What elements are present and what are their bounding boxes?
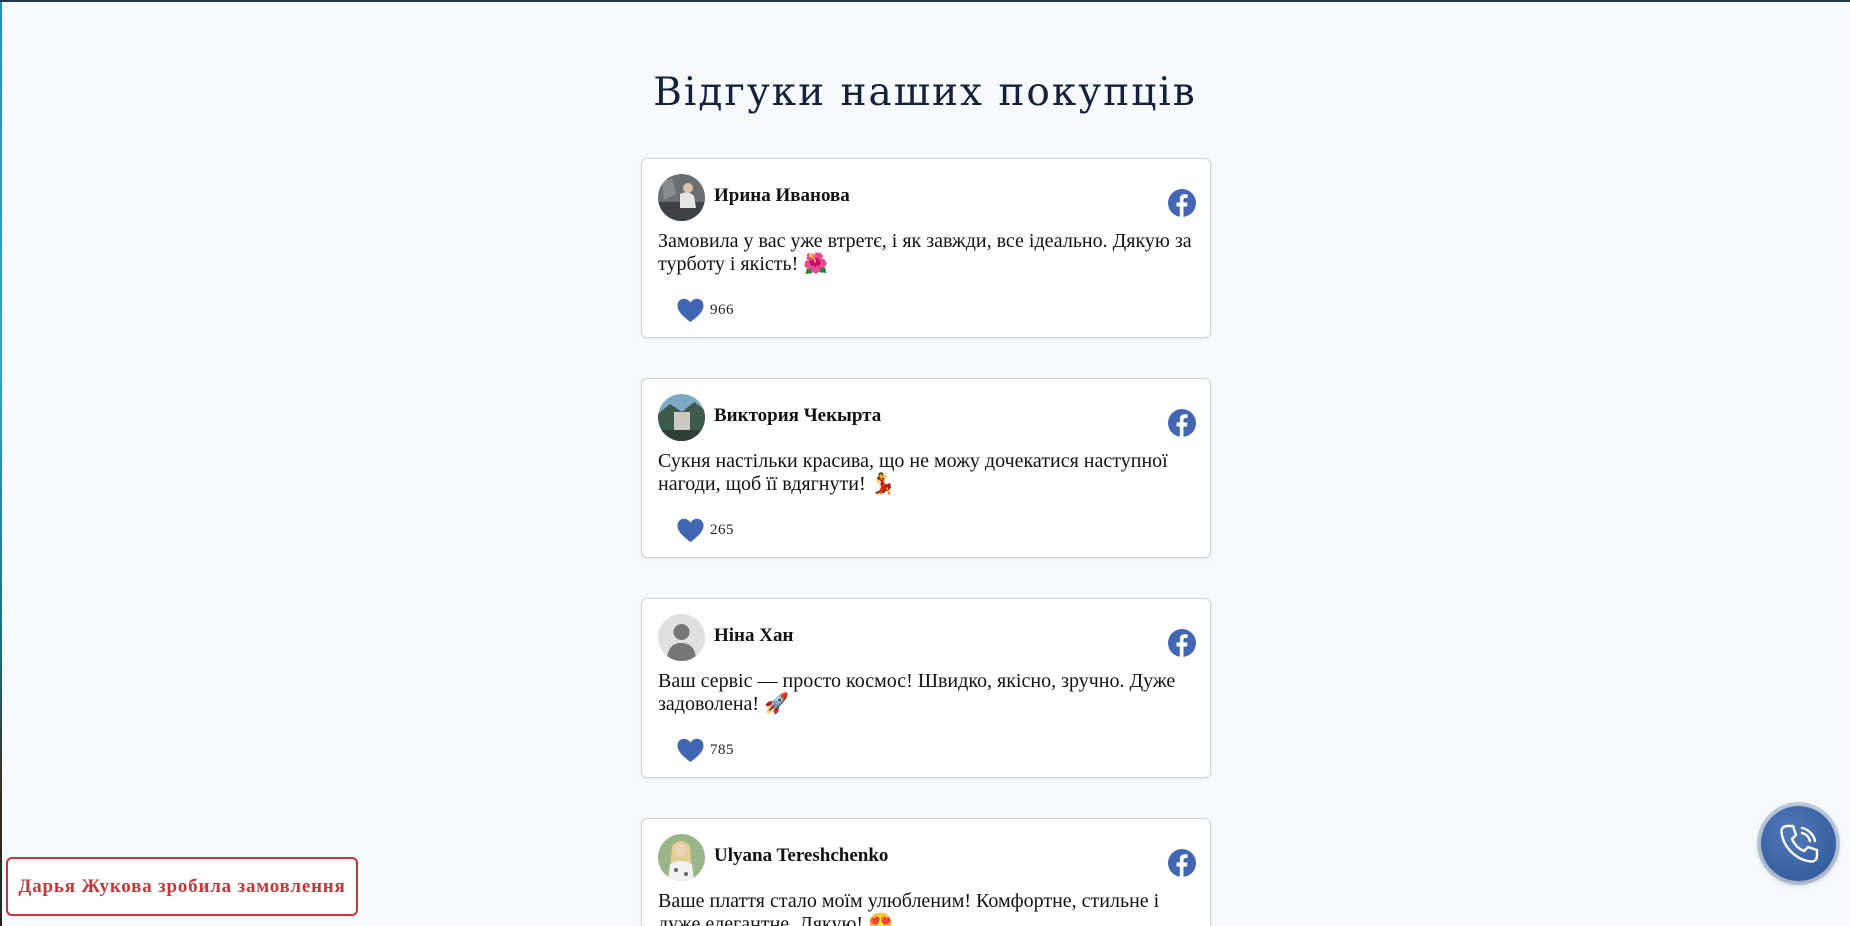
heart-icon: [677, 738, 704, 762]
facebook-icon[interactable]: [1168, 629, 1196, 657]
review-text: Ваше плаття стало моїм улюбленим! Комфор…: [658, 890, 1160, 926]
like-count: 966: [710, 302, 734, 318]
avatar: [658, 394, 705, 441]
facebook-icon[interactable]: [1168, 189, 1196, 217]
like-button[interactable]: 785: [677, 738, 734, 763]
review-card: Ніна Хан Ваш сервіс — просто космос! Шви…: [641, 598, 1211, 778]
phone-icon: [1779, 824, 1818, 863]
avatar: [658, 834, 705, 881]
review-card: Ulyana Tereshchenko Ваше плаття стало мо…: [641, 818, 1211, 926]
call-button[interactable]: [1761, 806, 1836, 881]
reviews-list: Ирина Иванова Замовила у вас уже втретє,…: [641, 158, 1211, 926]
reviewer-name: Ніна Хан: [714, 625, 794, 646]
reviewer-name: Ирина Иванова: [714, 185, 850, 206]
facebook-icon[interactable]: [1168, 849, 1196, 877]
reviewer-name: Виктория Чекырта: [714, 405, 882, 426]
review-text: Сукня настільки красива, що не можу доче…: [658, 450, 1168, 495]
review-card: Виктория Чекырта Сукня настільки красива…: [641, 378, 1211, 558]
like-button[interactable]: 265: [677, 518, 734, 543]
like-button[interactable]: 966: [677, 298, 734, 323]
avatar: [658, 614, 705, 661]
facebook-icon[interactable]: [1168, 409, 1196, 437]
like-count: 785: [710, 742, 734, 758]
like-count: 265: [710, 522, 734, 538]
review-card: Ирина Иванова Замовила у вас уже втретє,…: [641, 158, 1211, 338]
left-edge-strip: [0, 2, 2, 926]
heart-icon: [677, 298, 704, 322]
reviewer-name: Ulyana Tereshchenko: [714, 845, 889, 866]
heart-icon: [677, 518, 704, 542]
page-title: Відгуки наших покупців: [653, 70, 1197, 115]
review-text: Ваш сервіс — просто космос! Швидко, якіс…: [658, 670, 1176, 715]
review-text: Замовила у вас уже втретє, і як завжди, …: [658, 230, 1192, 275]
order-notification[interactable]: Дарья Жукова зробила замовлення: [6, 857, 358, 916]
avatar: [658, 174, 705, 221]
